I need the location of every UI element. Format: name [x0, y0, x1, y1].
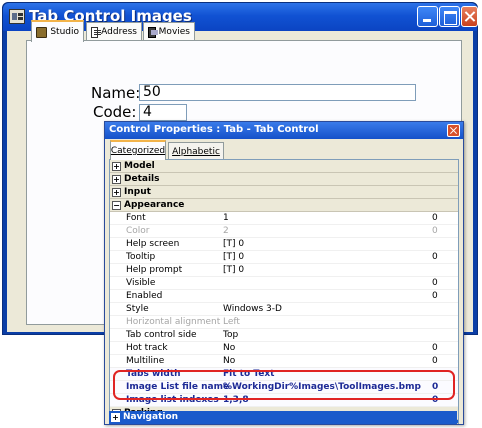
property-row[interactable]: Color 2 0	[110, 225, 458, 238]
tab-movies-label: Movies	[158, 27, 190, 37]
properties-close-button[interactable]	[447, 124, 460, 137]
tab-categorized[interactable]: Categorized	[110, 140, 166, 160]
collapse-icon[interactable]: −	[112, 201, 121, 210]
property-flag: 0	[432, 252, 438, 262]
category-details[interactable]: + Details	[110, 173, 458, 186]
property-row[interactable]: Tabs width Fit to Text	[110, 368, 458, 381]
properties-title: Control Properties : Tab - Tab Control	[109, 124, 319, 135]
property-name: Help screen	[126, 239, 180, 249]
tab-studio[interactable]: Studio	[31, 20, 84, 42]
property-name: Visible	[126, 278, 156, 288]
property-row[interactable]: Help screen [T] 0	[110, 238, 458, 251]
property-name: Tabs width	[126, 369, 181, 379]
category-label: Input	[124, 187, 151, 197]
property-value[interactable]: Fit to Text	[223, 368, 274, 381]
expand-icon[interactable]: +	[112, 162, 121, 171]
property-flag: 0	[432, 395, 439, 405]
property-value[interactable]: 2	[223, 225, 229, 238]
property-name: Color	[126, 226, 150, 236]
property-row[interactable]: Image List file name %WorkingDir%Images\…	[110, 381, 458, 394]
property-row[interactable]: Horizontal alignment Left	[110, 316, 458, 329]
property-value[interactable]: [T] 0	[223, 238, 244, 251]
property-row[interactable]: Enabled 0	[110, 290, 458, 303]
property-row[interactable]: Help prompt [T] 0	[110, 264, 458, 277]
property-flag: 0	[432, 343, 438, 353]
code-input[interactable]: 4	[139, 104, 187, 121]
category-appearance[interactable]: − Appearance	[110, 199, 458, 212]
studio-icon	[36, 26, 48, 38]
property-value[interactable]: [T] 0	[223, 264, 244, 277]
property-value[interactable]: [T] 0	[223, 251, 244, 264]
property-name: Help prompt	[126, 265, 183, 275]
property-name: Hot track	[126, 343, 168, 353]
property-value[interactable]: %WorkingDir%Images\ToolImages.bmp	[223, 381, 421, 394]
property-row[interactable]: Image list indexes 1,3,8 0	[110, 394, 458, 407]
property-grid: + Model + Details + Input − Appearance F…	[109, 159, 459, 424]
property-flag: 0	[432, 382, 439, 392]
address-icon	[91, 26, 102, 38]
category-model[interactable]: + Model	[110, 160, 458, 173]
property-flag: 0	[432, 213, 438, 223]
maximize-button[interactable]	[439, 6, 460, 27]
app-icon[interactable]	[9, 9, 25, 24]
property-flag: 0	[432, 356, 438, 366]
property-name: Multiline	[126, 356, 165, 366]
property-row[interactable]: Font 1 0	[110, 212, 458, 225]
property-row[interactable]: Tab control side Top	[110, 329, 458, 342]
property-value[interactable]: 1,3,8	[223, 394, 249, 407]
property-flag: 0	[432, 226, 438, 236]
property-value[interactable]: Top	[223, 329, 238, 342]
tab-address-label: Address	[101, 27, 137, 37]
property-row[interactable]: Multiline No 0	[110, 355, 458, 368]
expand-icon[interactable]: +	[112, 188, 121, 197]
category-label: Details	[124, 174, 160, 184]
close-button[interactable]	[461, 6, 478, 27]
name-input[interactable]: 50	[139, 84, 416, 101]
property-name: Tab control side	[126, 330, 197, 340]
property-row[interactable]: Style Windows 3-D	[110, 303, 458, 316]
property-value[interactable]: Windows 3-D	[223, 303, 282, 316]
property-name: Image list indexes	[126, 395, 219, 405]
expand-icon[interactable]: +	[112, 175, 121, 184]
property-row[interactable]: Visible 0	[110, 277, 458, 290]
property-name: Style	[126, 304, 149, 314]
property-name: Horizontal alignment	[126, 317, 221, 327]
code-label: Code:	[93, 103, 137, 121]
category-input[interactable]: + Input	[110, 186, 458, 199]
tab-movies[interactable]: Movies	[143, 22, 195, 41]
property-name: Enabled	[126, 291, 163, 301]
minimize-button[interactable]	[417, 6, 438, 27]
property-value[interactable]: No	[223, 355, 235, 368]
category-navigation-row[interactable]: + Navigation	[109, 411, 457, 424]
property-flag: 0	[432, 291, 438, 301]
expand-icon[interactable]: +	[111, 413, 120, 422]
property-value[interactable]: 1	[223, 212, 229, 225]
properties-title-bar[interactable]: Control Properties : Tab - Tab Control	[105, 122, 463, 139]
property-row[interactable]: Hot track No 0	[110, 342, 458, 355]
movies-icon	[148, 26, 158, 38]
category-label: Appearance	[124, 200, 185, 210]
property-name: Tooltip	[126, 252, 156, 262]
tab-address[interactable]: Address	[86, 22, 142, 41]
tab-studio-label: Studio	[50, 27, 79, 37]
property-value[interactable]: No	[223, 342, 235, 355]
tab-alphabetic[interactable]: Alphabetic	[168, 142, 224, 160]
name-label: Name:	[91, 84, 141, 102]
property-name: Font	[126, 213, 146, 223]
category-label: Model	[124, 161, 155, 171]
property-flag: 0	[432, 278, 438, 288]
category-label: Navigation	[123, 412, 179, 422]
property-row[interactable]: Tooltip [T] 0 0	[110, 251, 458, 264]
control-properties-window: Control Properties : Tab - Tab Control C…	[104, 121, 464, 425]
property-name: Image List file name	[126, 382, 230, 392]
property-value[interactable]: Left	[223, 316, 240, 329]
